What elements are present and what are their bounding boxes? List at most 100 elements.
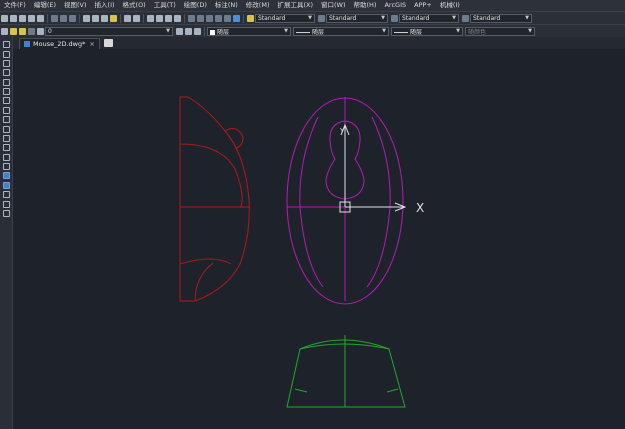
zoom-window-icon[interactable] (165, 14, 172, 22)
lineweight-value: 随层 (394, 27, 422, 36)
export-icon[interactable] (69, 14, 76, 22)
text-style-dropdown[interactable]: Standard ▼ (255, 13, 315, 23)
toolbar-separator (243, 13, 244, 23)
circle-icon[interactable] (2, 97, 10, 105)
menu-item-10[interactable]: 窗口(W) (317, 0, 350, 11)
paste-icon[interactable] (101, 14, 108, 22)
cloud-icon[interactable] (60, 14, 67, 22)
revision-cloud-icon[interactable] (2, 106, 10, 114)
front-view-outline (286, 339, 406, 408)
gradient-icon[interactable] (2, 181, 10, 189)
layer-dropdown[interactable]: 0 ▼ (45, 26, 173, 36)
chevron-down-icon: ▼ (381, 15, 385, 21)
menu-item-0[interactable]: 文件(F) (0, 0, 30, 11)
rectangle-icon[interactable] (2, 78, 10, 86)
region-icon[interactable] (2, 191, 10, 199)
layer-manager-icon[interactable] (1, 27, 8, 35)
chevron-down-icon: ▼ (525, 15, 529, 21)
linetype-value: 随层 (296, 27, 324, 36)
layer-freeze-icon[interactable] (19, 27, 26, 35)
ucs-x-label: X (416, 201, 424, 215)
toolbar-separator (143, 13, 144, 23)
plotstyle-dropdown[interactable]: 随颜色 ▼ (465, 26, 535, 36)
menu-item-6[interactable]: 绘图(D) (180, 0, 211, 11)
plot-preview-icon[interactable] (37, 14, 44, 22)
table-icon[interactable] (2, 200, 10, 208)
menu-item-9[interactable]: 扩展工具(X) (273, 0, 317, 11)
menu-item-8[interactable]: 修改(M) (242, 0, 274, 11)
layers-toolbar: 0 ▼ 随层 ▼ 随层 ▼ 随层 ▼ 随颜色 ▼ (0, 24, 625, 37)
lineweight-swatch (394, 31, 408, 33)
tab-mouse-2d[interactable]: Mouse_2D.dwg* × (19, 38, 100, 49)
make-current-layer-icon[interactable] (176, 27, 183, 35)
menu-item-7[interactable]: 标注(N) (211, 0, 242, 11)
design-center-icon[interactable] (197, 14, 204, 22)
construction-line-icon[interactable] (2, 50, 10, 58)
top-view-inner-right (366, 116, 391, 288)
menu-item-4[interactable]: 格式(O) (119, 0, 150, 11)
layer-on-icon[interactable] (10, 27, 17, 35)
text-style-icon (247, 14, 254, 22)
menu-item-13[interactable]: APP+ (410, 0, 436, 11)
arc-icon[interactable] (2, 88, 10, 96)
color-value: 随层 (210, 27, 229, 36)
redo-icon[interactable] (133, 14, 140, 22)
spline-icon[interactable] (2, 116, 10, 124)
menu-item-12[interactable]: ArcGIS (380, 0, 410, 11)
chevron-down-icon: ▼ (452, 15, 456, 21)
dim-style-icon (318, 14, 325, 22)
pan-icon[interactable] (147, 14, 154, 22)
text-style-value: Standard (258, 14, 286, 22)
menu-item-14[interactable]: 机械(I) (436, 0, 464, 11)
undo-icon[interactable] (124, 14, 131, 22)
layer-state-icon[interactable] (194, 27, 201, 35)
insert-block-icon[interactable] (2, 144, 10, 152)
publish-icon[interactable] (51, 14, 58, 22)
point-icon[interactable] (2, 163, 10, 171)
lineweight-dropdown[interactable]: 随层 ▼ (391, 26, 463, 36)
layer-color-icon[interactable] (37, 27, 44, 35)
ellipse-arc-icon[interactable] (2, 134, 10, 142)
chevron-down-icon: ▼ (382, 28, 386, 34)
cut-icon[interactable] (83, 14, 90, 22)
new-tab-icon[interactable] (103, 39, 113, 47)
help-icon[interactable] (233, 14, 240, 22)
sheet-set-icon[interactable] (215, 14, 222, 22)
mleader-style-dropdown[interactable]: Standard ▼ (470, 13, 532, 23)
ellipse-icon[interactable] (2, 125, 10, 133)
linetype-dropdown[interactable]: 随层 ▼ (293, 26, 389, 36)
menu-item-3[interactable]: 插入(I) (91, 0, 119, 11)
match-properties-icon[interactable] (110, 14, 117, 22)
mleader-style-icon (462, 14, 469, 22)
properties-icon[interactable] (188, 14, 195, 22)
zoom-previous-icon[interactable] (174, 14, 181, 22)
save-icon[interactable] (19, 14, 26, 22)
drawing-canvas[interactable]: X Y (13, 49, 625, 429)
zoom-realtime-icon[interactable] (156, 14, 163, 22)
toolbar-separator (79, 13, 80, 23)
menu-item-11[interactable]: 帮助(H) (350, 0, 381, 11)
markup-icon[interactable] (224, 14, 231, 22)
close-icon[interactable]: × (89, 40, 94, 48)
menu-item-1[interactable]: 编辑(E) (30, 0, 60, 11)
layer-lock-icon[interactable] (28, 27, 35, 35)
color-dropdown[interactable]: 随层 ▼ (207, 26, 291, 36)
chevron-down-icon: ▼ (528, 28, 532, 34)
polyline-icon[interactable] (2, 59, 10, 67)
new-file-icon[interactable] (1, 14, 8, 22)
copy-icon[interactable] (92, 14, 99, 22)
multiline-text-icon[interactable] (2, 209, 10, 217)
line-icon[interactable] (2, 41, 10, 49)
layer-previous-icon[interactable] (185, 27, 192, 35)
dim-style-dropdown[interactable]: Standard ▼ (326, 13, 388, 23)
open-file-icon[interactable] (10, 14, 17, 22)
hatch-icon[interactable] (2, 172, 10, 180)
tool-palette-icon[interactable] (206, 14, 213, 22)
polygon-icon[interactable] (2, 69, 10, 77)
make-block-icon[interactable] (2, 153, 10, 161)
side-view-bottom-curve (179, 258, 232, 265)
menu-item-2[interactable]: 视图(V) (60, 0, 91, 11)
table-style-dropdown[interactable]: Standard ▼ (399, 13, 459, 23)
menu-item-5[interactable]: 工具(T) (150, 0, 180, 11)
print-icon[interactable] (28, 14, 35, 22)
